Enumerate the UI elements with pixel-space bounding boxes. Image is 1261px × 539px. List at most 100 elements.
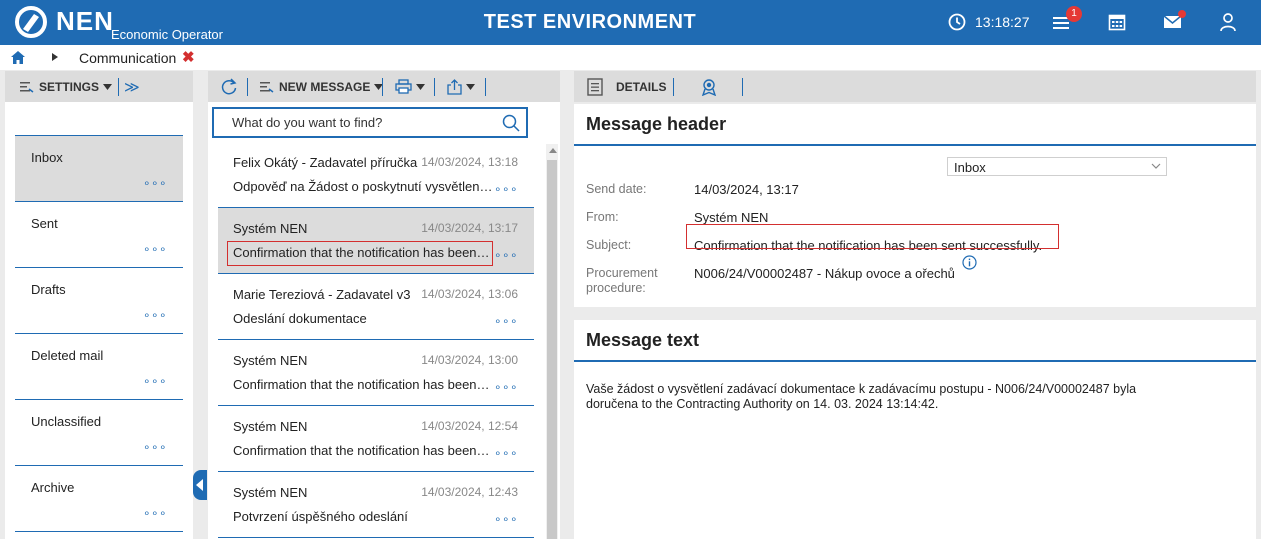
more-options-icon[interactable]: ∘∘∘ (494, 314, 518, 328)
toolbar-separator (382, 78, 383, 96)
refresh-icon (221, 77, 237, 94)
folder-sent[interactable]: Sent ∘∘∘ (15, 201, 183, 267)
more-options-icon[interactable]: ∘∘∘ (494, 248, 518, 262)
procedure-value[interactable]: N006/24/V00002487 - Nákup ovoce a ořechů (694, 266, 955, 281)
more-options-icon[interactable]: ∘∘∘ (143, 242, 167, 256)
collapse-panel-button[interactable] (193, 470, 207, 500)
message-header-title: Message header (586, 114, 727, 134)
print-button[interactable] (395, 71, 425, 102)
scrollbar-thumb[interactable] (547, 160, 557, 539)
message-row[interactable]: Felix Okátý - Zadavatel příručka 14/03/2… (218, 142, 534, 208)
award-icon (701, 78, 717, 96)
close-tab-icon[interactable]: ✖ (182, 48, 195, 66)
expand-panel-button[interactable]: ≫ (124, 71, 140, 102)
folder-deleted-mail[interactable]: Deleted mail ∘∘∘ (15, 333, 183, 399)
printer-icon (395, 79, 412, 94)
folder-archive[interactable]: Archive ∘∘∘ (15, 465, 183, 531)
folder-list: Inbox ∘∘∘ Sent ∘∘∘ Drafts ∘∘∘ Deleted ma… (5, 102, 193, 539)
message-row-selected[interactable]: Systém NEN 14/03/2024, 13:17 Confirmatio… (218, 208, 534, 274)
toolbar-separator (673, 78, 674, 96)
more-options-icon[interactable]: ∘∘∘ (494, 182, 518, 196)
message-body: Vaše žádost o vysvětlení zadávací dokume… (586, 382, 1206, 412)
details-toolbar: DETAILS (574, 71, 1256, 102)
folder-name: Archive (31, 480, 75, 495)
folder-name: Inbox (31, 150, 63, 165)
toolbar-separator (247, 78, 248, 96)
message-sender: Marie Tereziová - Zadavatel v3 (233, 287, 411, 302)
message-body-line: Vaše žádost o vysvětlení zadávací dokume… (586, 382, 1137, 396)
badge-button[interactable] (700, 71, 718, 102)
message-header-card: Message header Inbox Send date: 14/03/20… (574, 104, 1256, 307)
scroll-up-arrow-icon[interactable] (549, 148, 557, 153)
message-subject: Confirmation that the notification has b… (233, 377, 493, 392)
top-bar: NEN Economic Operator TEST ENVIRONMENT 1… (0, 0, 1261, 45)
toolbar-separator (118, 78, 119, 96)
message-subject: Potvrzení úspěšného odeslání (233, 509, 408, 524)
message-subject: Confirmation that the notification has b… (233, 443, 493, 458)
title-underline (574, 360, 1256, 362)
more-options-icon[interactable]: ∘∘∘ (143, 374, 167, 388)
message-sender: Felix Okátý - Zadavatel příručka (233, 155, 418, 170)
folder-drafts[interactable]: Drafts ∘∘∘ (15, 267, 183, 333)
more-options-icon[interactable]: ∘∘∘ (494, 446, 518, 460)
message-row[interactable]: Systém NEN 14/03/2024, 13:00 Confirmatio… (218, 340, 534, 406)
title-underline (574, 144, 1256, 146)
folder-select-value: Inbox (954, 160, 986, 175)
details-label: DETAILS (616, 79, 667, 94)
message-text-card: Message text Vaše žádost o vysvětlení za… (574, 320, 1256, 539)
search-icon[interactable] (502, 114, 520, 132)
list-settings-icon (20, 81, 34, 93)
message-row[interactable]: Marie Tereziová - Zadavatel v3 14/03/202… (218, 274, 534, 340)
folder-unclassified[interactable]: Unclassified ∘∘∘ (15, 399, 183, 465)
details-tab[interactable]: DETAILS (586, 71, 666, 102)
toolbar-separator (742, 78, 743, 96)
user-icon[interactable] (1219, 12, 1237, 32)
calendar-icon[interactable] (1108, 13, 1126, 31)
procedure-label-line-2: procedure: (586, 281, 646, 295)
message-sender: Systém NEN (233, 221, 308, 236)
new-message-button[interactable]: NEW MESSAGE (260, 71, 384, 102)
double-chevron-right-icon: ≫ (124, 78, 140, 96)
procedure-label-line-1: Procurement (586, 266, 658, 280)
folder-inbox[interactable]: Inbox ∘∘∘ (15, 135, 183, 201)
more-options-icon[interactable]: ∘∘∘ (143, 440, 167, 454)
folder-name: Deleted mail (31, 348, 104, 363)
message-row[interactable]: Systém NEN 14/03/2024, 12:54 Confirmatio… (218, 406, 534, 472)
breadcrumb-communication[interactable]: Communication (79, 50, 176, 66)
send-date-label: Send date: (586, 182, 647, 196)
more-options-icon[interactable]: ∘∘∘ (143, 506, 167, 520)
message-sender: Systém NEN (233, 419, 308, 434)
subject-label: Subject: (586, 238, 632, 252)
message-date: 14/03/2024, 13:06 (421, 287, 518, 301)
folder-name: Sent (31, 216, 58, 231)
settings-label: SETTINGS (39, 79, 100, 94)
export-button[interactable] (447, 71, 475, 102)
chevron-down-icon (1151, 163, 1161, 169)
message-date: 14/03/2024, 12:43 (421, 485, 518, 499)
message-sender: Systém NEN (233, 485, 308, 500)
more-options-icon[interactable]: ∘∘∘ (143, 308, 167, 322)
caret-down-icon (103, 83, 113, 90)
message-row[interactable]: Systém NEN 14/03/2024, 12:43 Potvrzení ú… (218, 472, 534, 538)
highlight-box (227, 241, 493, 266)
settings-button[interactable]: SETTINGS (20, 71, 113, 102)
message-subject: Odeslání dokumentace (233, 311, 367, 326)
message-list-panel: Felix Okátý - Zadavatel příručka 14/03/2… (208, 102, 560, 539)
more-options-icon[interactable]: ∘∘∘ (494, 380, 518, 394)
home-icon[interactable] (11, 51, 25, 64)
message-list-scrollbar[interactable] (546, 144, 558, 539)
notification-badge: 1 (1066, 6, 1082, 22)
session-clock: 13:18:27 (975, 14, 1030, 30)
subject-highlight-box (686, 224, 1059, 249)
caret-down-icon (466, 83, 475, 90)
search-input[interactable] (232, 115, 502, 130)
more-options-icon[interactable]: ∘∘∘ (143, 176, 167, 190)
info-icon[interactable] (962, 255, 977, 270)
more-options-icon[interactable]: ∘∘∘ (494, 512, 518, 526)
breadcrumb-arrow-icon (52, 53, 58, 61)
message-date: 14/03/2024, 13:00 (421, 353, 518, 367)
triangle-left-icon (196, 479, 203, 491)
folder-select[interactable]: Inbox (947, 157, 1167, 176)
refresh-button[interactable] (220, 71, 238, 102)
folders-toolbar: SETTINGS ≫ (5, 71, 193, 102)
